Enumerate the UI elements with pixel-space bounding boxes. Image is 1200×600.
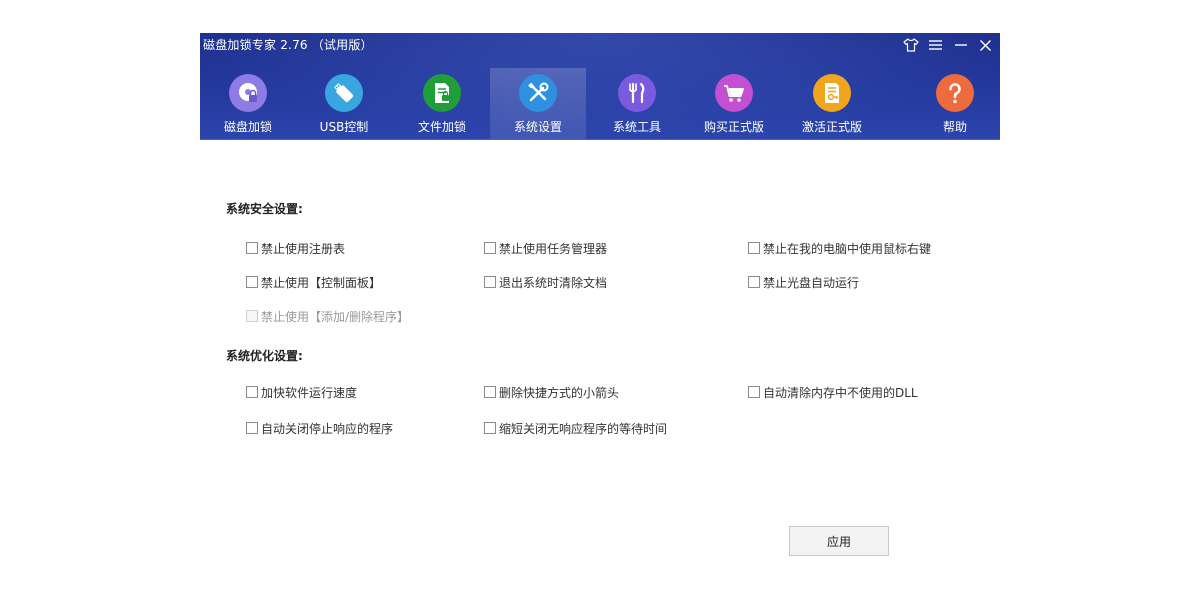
- cart-icon: [715, 74, 753, 112]
- option-clear-documents-on-exit[interactable]: 退出系统时清除文档: [484, 274, 607, 290]
- settings-panel: 系统安全设置: 禁止使用注册表 禁止使用任务管理器 禁止在我的电脑中使用鼠标右键…: [200, 140, 1000, 600]
- tab-usb-control[interactable]: USB控制: [296, 68, 392, 139]
- menu-icon[interactable]: [927, 35, 944, 55]
- tab-label-activate-full-version: 激活正式版: [801, 120, 862, 134]
- checkbox[interactable]: [484, 276, 496, 288]
- apply-button[interactable]: 应用: [789, 526, 889, 556]
- help-icon: [936, 74, 974, 112]
- option-speed-up-software[interactable]: 加快软件运行速度: [246, 384, 357, 400]
- option-label: 禁止在我的电脑中使用鼠标右键: [763, 241, 932, 256]
- checkbox[interactable]: [246, 422, 258, 434]
- tab-help[interactable]: 帮助: [907, 68, 1000, 139]
- checkbox[interactable]: [484, 242, 496, 254]
- option-label: 禁止光盘自动运行: [763, 275, 860, 290]
- tab-label-file-lock: 文件加锁: [417, 120, 466, 134]
- checkbox[interactable]: [246, 386, 258, 398]
- app-window: 磁盘加锁专家 2.76 （试用版） 磁盘加锁 USB控制 文件加锁 系统设置 系…: [200, 33, 1000, 600]
- option-label: 禁止使用任务管理器: [499, 241, 608, 256]
- option-disable-add-remove-programs: 禁止使用【添加/删除程序】: [246, 308, 409, 324]
- option-shorten-hung-wait-time[interactable]: 缩短关闭无响应程序的等待时间: [484, 420, 667, 436]
- checkbox: [246, 310, 258, 322]
- option-label: 自动关闭停止响应的程序: [261, 421, 394, 436]
- disk-lock-icon: [229, 74, 267, 112]
- option-disable-cd-autorun[interactable]: 禁止光盘自动运行: [748, 274, 859, 290]
- header-bar: 磁盘加锁专家 2.76 （试用版） 磁盘加锁 USB控制 文件加锁 系统设置 系…: [200, 33, 1000, 140]
- option-disable-registry[interactable]: 禁止使用注册表: [246, 240, 345, 256]
- option-label: 加快软件运行速度: [261, 385, 358, 400]
- option-unload-unused-dll[interactable]: 自动清除内存中不使用的DLL: [748, 384, 918, 400]
- minimize-icon[interactable]: [952, 35, 969, 55]
- tools-icon: [519, 74, 557, 112]
- tab-label-help: 帮助: [942, 120, 967, 134]
- option-disable-right-click[interactable]: 禁止在我的电脑中使用鼠标右键: [748, 240, 931, 256]
- checkbox[interactable]: [748, 242, 760, 254]
- option-disable-control-panel[interactable]: 禁止使用【控制面板】: [246, 274, 381, 290]
- option-label: 退出系统时清除文档: [499, 275, 608, 290]
- option-auto-close-hung-programs[interactable]: 自动关闭停止响应的程序: [246, 420, 393, 436]
- option-label: 自动清除内存中不使用的DLL: [763, 385, 918, 400]
- checkbox[interactable]: [246, 276, 258, 288]
- option-label: 禁止使用【控制面板】: [261, 275, 382, 290]
- option-label: 禁止使用【添加/删除程序】: [261, 309, 410, 324]
- checkbox[interactable]: [246, 242, 258, 254]
- checkbox[interactable]: [748, 276, 760, 288]
- main-tab-bar: 磁盘加锁 USB控制 文件加锁 系统设置 系统工具 购买正式版 激活正式版 帮助: [200, 68, 1000, 139]
- option-remove-shortcut-arrow[interactable]: 删除快捷方式的小箭头: [484, 384, 619, 400]
- key-document-icon: [813, 74, 851, 112]
- optimization-section-title: 系统优化设置:: [226, 349, 303, 363]
- option-label: 删除快捷方式的小箭头: [499, 385, 620, 400]
- option-label: 缩短关闭无响应程序的等待时间: [499, 421, 668, 436]
- checkbox[interactable]: [484, 422, 496, 434]
- tab-label-buy-full-version: 购买正式版: [703, 120, 764, 134]
- option-disable-task-manager[interactable]: 禁止使用任务管理器: [484, 240, 607, 256]
- option-label: 禁止使用注册表: [261, 241, 346, 256]
- usb-drive-icon: [325, 74, 363, 112]
- checkbox[interactable]: [748, 386, 760, 398]
- file-lock-icon: [423, 74, 461, 112]
- tab-label-system-tools: 系统工具: [612, 120, 661, 134]
- tab-activate-full-version[interactable]: 激活正式版: [784, 68, 880, 139]
- tab-label-disk-lock: 磁盘加锁: [223, 120, 272, 134]
- tab-system-settings[interactable]: 系统设置: [490, 68, 586, 139]
- tab-system-tools[interactable]: 系统工具: [589, 68, 685, 139]
- window-title: 磁盘加锁专家 2.76 （试用版）: [203, 38, 373, 52]
- tab-label-system-settings: 系统设置: [513, 120, 562, 134]
- tab-file-lock[interactable]: 文件加锁: [394, 68, 490, 139]
- window-controls: [902, 35, 994, 55]
- close-icon[interactable]: [977, 35, 994, 55]
- checkbox[interactable]: [484, 386, 496, 398]
- tab-label-usb-control: USB控制: [319, 120, 369, 134]
- utensils-icon: [618, 74, 656, 112]
- tab-disk-lock[interactable]: 磁盘加锁: [200, 68, 296, 139]
- security-section-title: 系统安全设置:: [226, 202, 303, 216]
- tab-buy-full-version[interactable]: 购买正式版: [686, 68, 782, 139]
- skin-icon[interactable]: [902, 35, 919, 55]
